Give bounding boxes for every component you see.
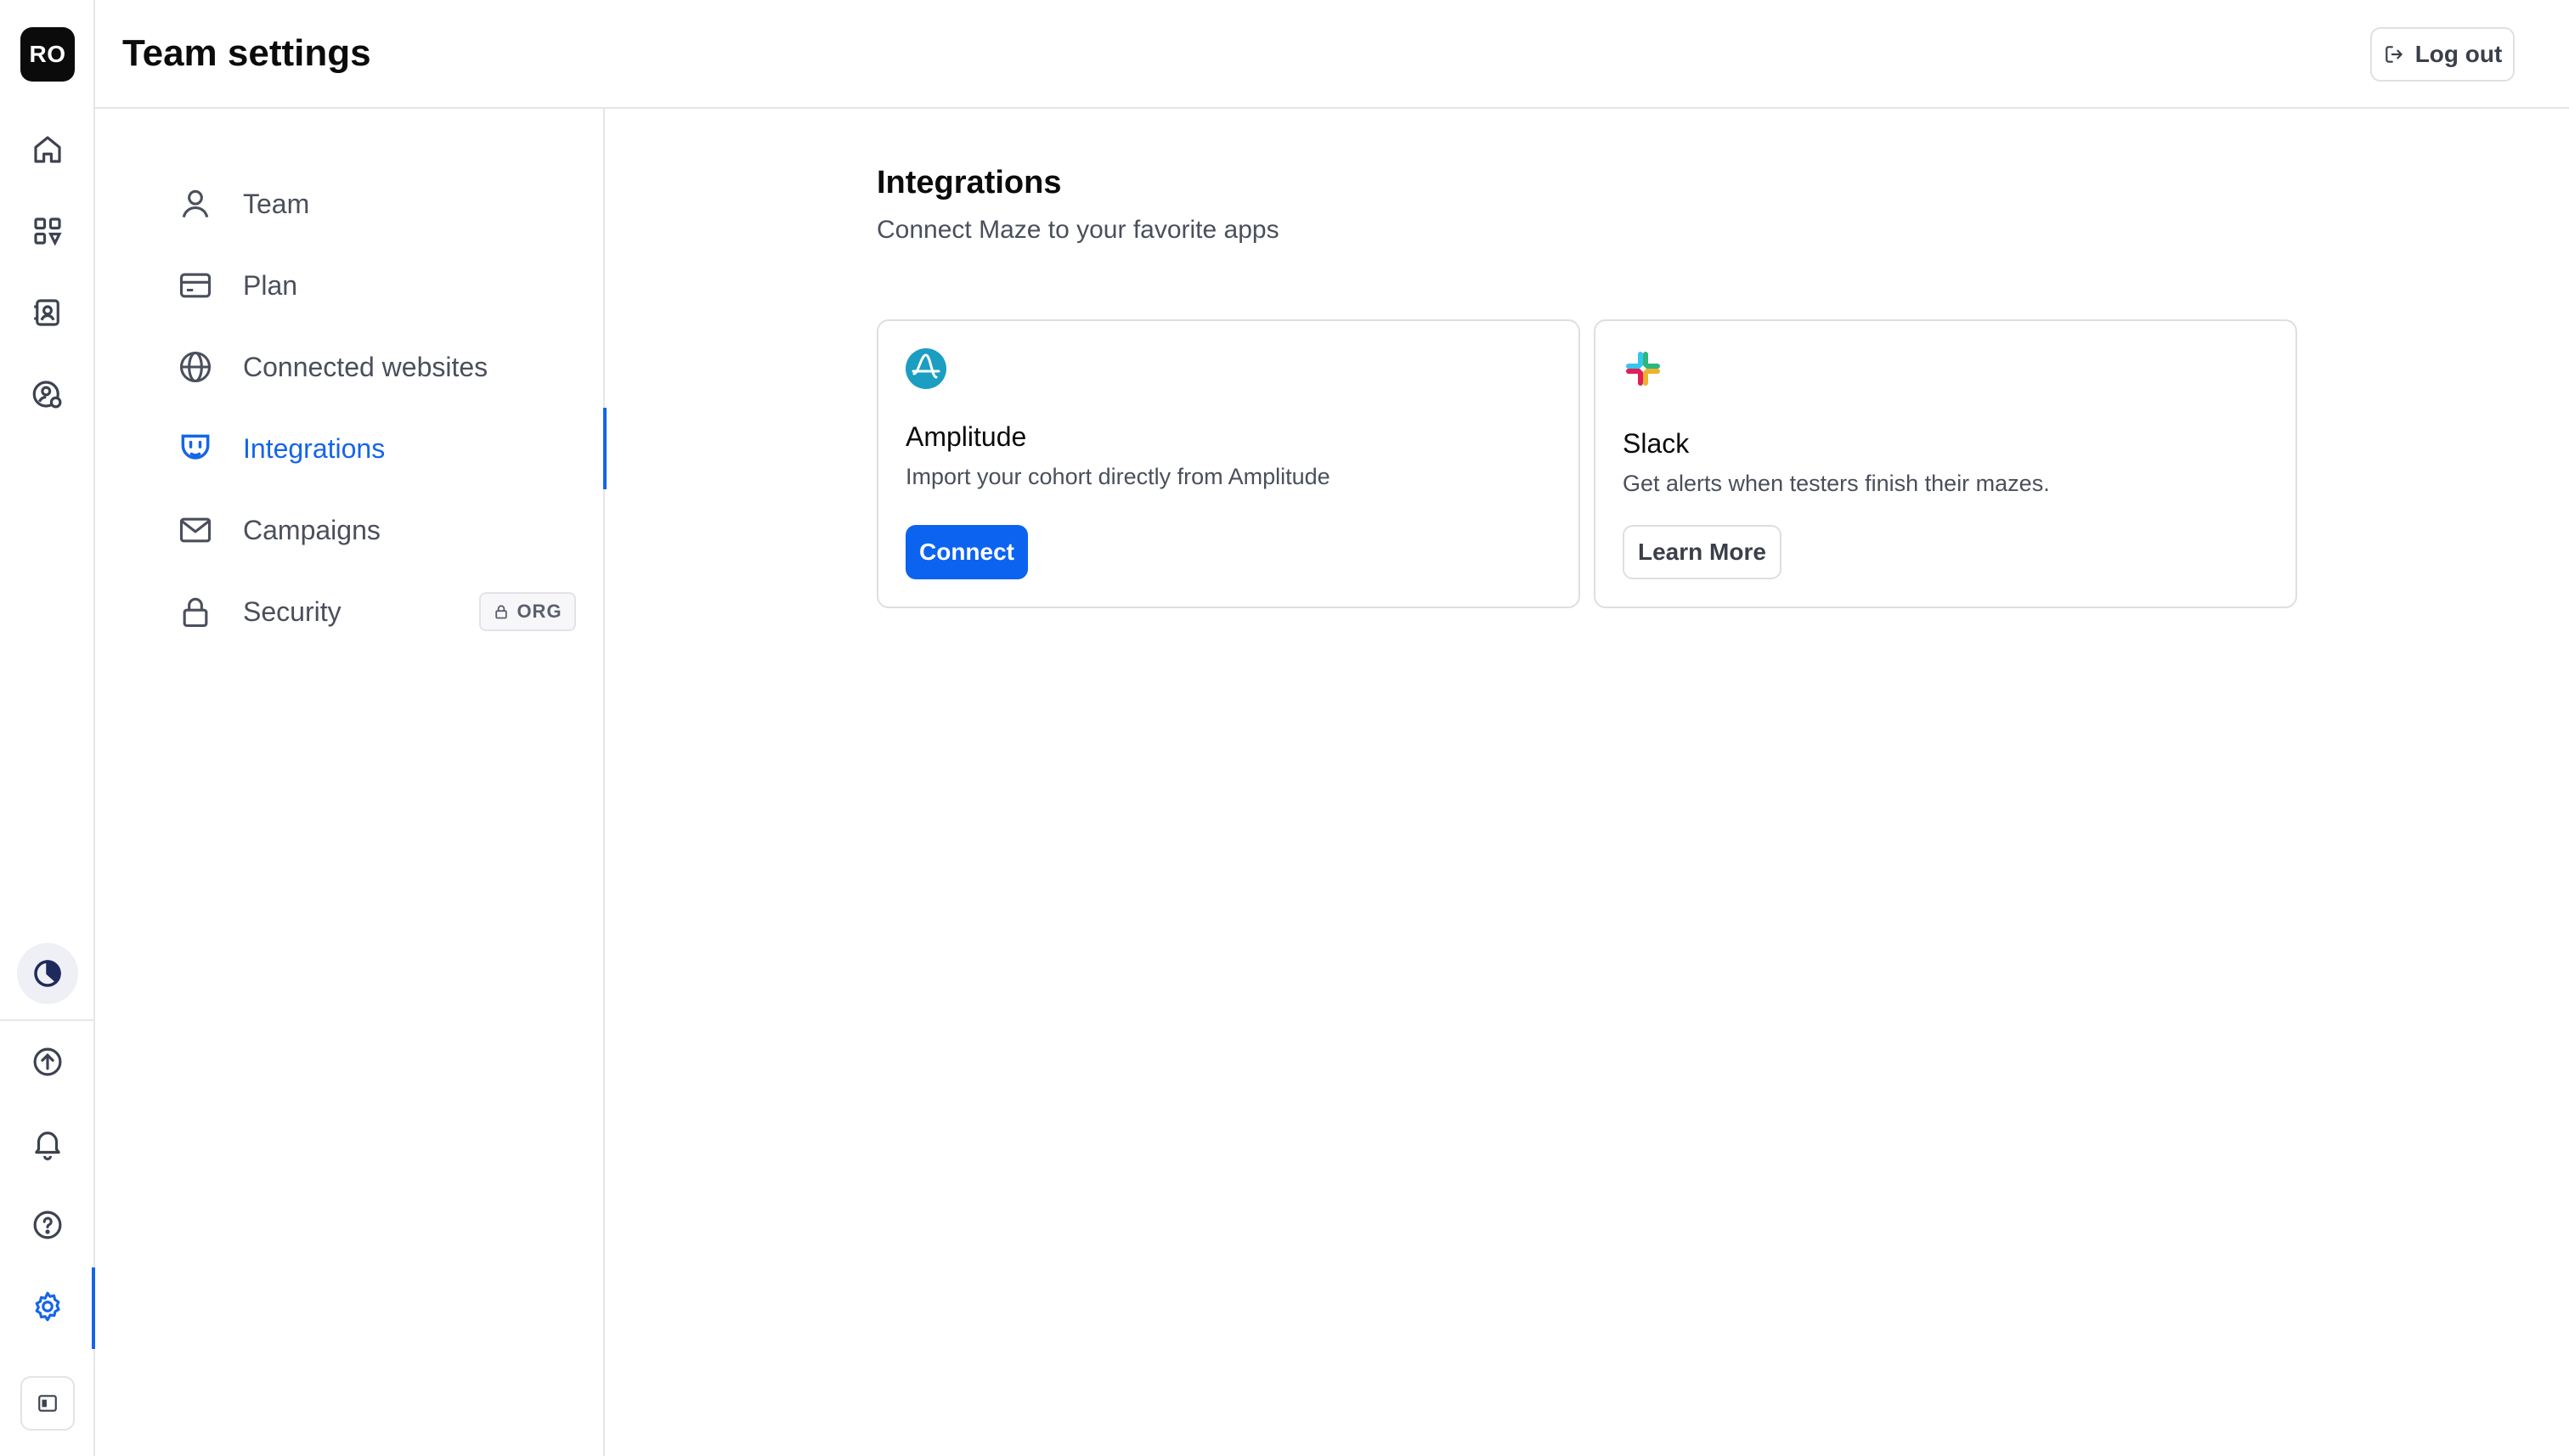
connect-button[interactable]: Connect (906, 525, 1028, 579)
logout-icon (2385, 46, 2402, 63)
upload-icon[interactable] (17, 1031, 78, 1092)
credit-card-icon (177, 267, 214, 304)
card-title: Slack (1623, 428, 1690, 459)
integration-card-amplitude: Amplitude Import your cohort directly fr… (877, 319, 1580, 608)
card-title: Amplitude (906, 421, 1027, 452)
nav-label: Connected websites (243, 351, 488, 382)
settings-nav: Team Plan Connected websites Integration… (95, 109, 607, 1456)
nav-item-connected-websites[interactable]: Connected websites (95, 326, 605, 408)
plug-icon (177, 430, 214, 467)
org-badge-label: ORG (517, 601, 562, 622)
nav-label: Security (243, 595, 342, 627)
integration-card-slack: Slack Get alerts when testers finish the… (1594, 319, 2297, 608)
icon-rail: RO (0, 0, 95, 1456)
learn-more-button[interactable]: Learn More (1623, 525, 1781, 579)
sidebar-toggle-icon[interactable] (20, 1376, 75, 1431)
nav-item-plan[interactable]: Plan (95, 245, 605, 326)
progress-icon[interactable] (17, 943, 78, 1004)
section-subtitle: Connect Maze to your favorite apps (877, 216, 1279, 244)
app-root: RO Team settings Log out Team Plan Conne… (0, 0, 2569, 1456)
org-badge: ORG (479, 592, 576, 631)
logout-button[interactable]: Log out (2370, 27, 2515, 82)
nav-item-integrations[interactable]: Integrations (95, 408, 607, 489)
slack-logo-icon (1623, 348, 1663, 389)
workspace-avatar[interactable]: RO (20, 27, 75, 82)
page-title: Team settings (122, 32, 371, 74)
gear-icon[interactable] (17, 1276, 78, 1337)
logout-label: Log out (2414, 41, 2503, 67)
user-coin-icon[interactable] (17, 364, 78, 425)
lock-icon (495, 605, 508, 619)
user-icon (177, 185, 214, 223)
nav-item-security[interactable]: Security ORG (95, 571, 605, 652)
rail-divider (0, 1019, 95, 1021)
lock-icon (177, 593, 214, 630)
main-content: Integrations Connect Maze to your favori… (605, 109, 2569, 1456)
nav-label: Team (243, 188, 310, 219)
page-header: Team settings Log out (95, 0, 2569, 109)
card-description: Import your cohort directly from Amplitu… (906, 464, 1330, 489)
nav-label: Plan (243, 269, 298, 301)
globe-icon (177, 348, 214, 386)
contacts-icon[interactable] (17, 282, 78, 343)
section-title: Integrations (877, 165, 1062, 200)
bell-icon[interactable] (17, 1113, 78, 1174)
nav-item-campaigns[interactable]: Campaigns (95, 489, 605, 571)
mail-icon (177, 511, 214, 549)
dashboard-icon[interactable] (17, 200, 78, 262)
help-icon[interactable] (17, 1194, 78, 1256)
home-icon[interactable] (17, 119, 78, 180)
amplitude-logo-icon (906, 348, 946, 389)
nav-item-team[interactable]: Team (95, 163, 605, 245)
card-description: Get alerts when testers finish their maz… (1623, 471, 2050, 496)
nav-label: Campaigns (243, 514, 381, 545)
nav-label: Integrations (243, 432, 386, 464)
